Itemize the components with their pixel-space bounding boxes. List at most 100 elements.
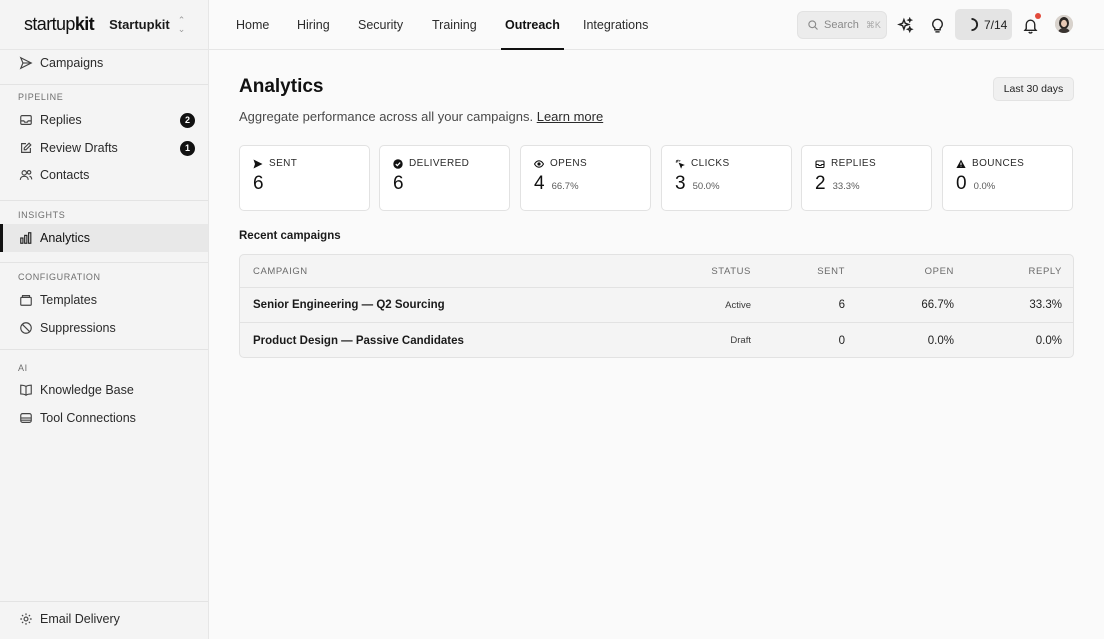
- sidebar-item-replies[interactable]: Replies 2: [0, 106, 208, 134]
- sidebar-item-contacts[interactable]: Contacts: [0, 161, 208, 189]
- sidebar-divider: [0, 84, 208, 85]
- edit-icon: [21, 142, 32, 153]
- sidebar-divider: [0, 262, 208, 263]
- stat-value: 2: [815, 173, 826, 194]
- click-icon: [675, 159, 685, 169]
- sidebar-item-label: Replies: [40, 113, 82, 127]
- workspace-name[interactable]: Startupkit: [109, 17, 170, 32]
- tab-hiring[interactable]: Hiring: [297, 0, 330, 50]
- section-label-insights: INSIGHTS: [18, 210, 66, 220]
- drafts-count-badge: 1: [180, 140, 195, 156]
- page-title: Analytics: [239, 76, 324, 97]
- search-shortcut-hint: ⌘K: [865, 19, 881, 30]
- search-icon: [808, 20, 818, 30]
- stat-card-opens: OPENS 4 66.7%: [520, 145, 651, 211]
- sidebar-divider: [0, 601, 208, 602]
- sidebar-item-analytics[interactable]: Analytics: [0, 224, 208, 252]
- campaign-open-rate: 66.7%: [921, 299, 954, 311]
- date-range-button[interactable]: Last 30 days: [993, 77, 1074, 101]
- sidebar-divider: [0, 200, 208, 201]
- sidebar-item-email-delivery[interactable]: Email Delivery: [0, 605, 208, 633]
- tab-home[interactable]: Home: [236, 0, 269, 50]
- recent-campaigns-title: Recent campaigns: [239, 230, 341, 242]
- tab-training[interactable]: Training: [432, 0, 477, 50]
- sidebar-item-label: Suppressions: [40, 321, 116, 335]
- stat-value: 4: [534, 173, 545, 194]
- search-input[interactable]: Search ⌘K: [797, 11, 887, 39]
- campaign-status: Active: [725, 299, 751, 311]
- column-header-status[interactable]: STATUS: [711, 266, 751, 277]
- sidebar-item-label: Email Delivery: [40, 612, 120, 626]
- notification-dot: [1035, 13, 1041, 19]
- stat-card-sent: SENT 6: [239, 145, 370, 211]
- check-circle-icon: [393, 158, 403, 169]
- tab-security[interactable]: Security: [358, 0, 403, 50]
- section-label-ai: AI: [18, 363, 28, 373]
- sidebar-item-label: Review Drafts: [40, 141, 118, 155]
- sidebar-item-templates[interactable]: Templates: [0, 286, 208, 314]
- startupkit-logo[interactable]: startupkit: [24, 14, 95, 35]
- notifications-button[interactable]: [1018, 13, 1042, 37]
- database-icon: [20, 413, 32, 423]
- send-icon: [253, 159, 263, 168]
- column-header-reply[interactable]: REPLY: [1029, 266, 1062, 277]
- sidebar: startupkit Startupkit ⌃ ⌄ Campaigns PIPEL…: [0, 0, 209, 639]
- logo-suffix: kit: [74, 14, 95, 34]
- stat-card-delivered: DELIVERED 6: [379, 145, 510, 211]
- sparkles-icon: [896, 16, 914, 33]
- onboarding-progress-button[interactable]: 7/14: [955, 9, 1012, 40]
- learn-more-link[interactable]: Learn more: [537, 109, 603, 124]
- bell-icon: [1023, 19, 1037, 34]
- sidebar-item-label: Contacts: [40, 168, 90, 182]
- workspace-switch-icon[interactable]: ⌃ ⌄: [178, 15, 186, 34]
- column-header-campaign[interactable]: CAMPAIGN: [253, 266, 308, 277]
- tab-outreach[interactable]: Outreach: [501, 0, 564, 50]
- column-header-open[interactable]: OPEN: [925, 266, 954, 277]
- gear-icon: [20, 613, 32, 625]
- sidebar-item-knowledge-base[interactable]: Knowledge Base: [0, 376, 208, 404]
- brand-bar: startupkit Startupkit ⌃ ⌄: [0, 0, 208, 50]
- warning-icon: [956, 159, 966, 168]
- replies-count-badge: 2: [180, 112, 195, 128]
- sidebar-item-review-drafts[interactable]: Review Drafts 1: [0, 134, 208, 162]
- stat-percent: 33.3%: [832, 181, 860, 192]
- send-icon: [19, 56, 33, 70]
- stat-label: BOUNCES: [972, 158, 1025, 169]
- user-avatar[interactable]: [1055, 15, 1073, 33]
- table-header-row: CAMPAIGN STATUS SENT OPEN REPLY: [240, 255, 1073, 288]
- stat-value: 0: [956, 173, 967, 194]
- ai-sparkle-button[interactable]: [893, 13, 917, 37]
- campaign-reply-rate: 0.0%: [1035, 334, 1062, 347]
- sidebar-item-label: Analytics: [40, 231, 91, 245]
- stat-percent: 0.0%: [973, 181, 996, 192]
- campaign-sent: 6: [838, 299, 845, 311]
- onboarding-progress-count: 7/14: [984, 17, 1008, 32]
- users-icon: [19, 170, 33, 180]
- section-label-pipeline: PIPELINE: [18, 92, 64, 102]
- stat-card-clicks: CLICKS 3 50.0%: [661, 145, 792, 211]
- progress-ring-icon: [971, 17, 978, 32]
- sidebar-item-label: Tool Connections: [40, 411, 136, 425]
- search-placeholder: Search: [824, 19, 859, 31]
- stat-value: 6: [253, 173, 264, 194]
- stat-percent: 50.0%: [692, 181, 720, 192]
- ideas-button[interactable]: [925, 13, 949, 37]
- block-icon: [20, 322, 32, 334]
- bar-chart-icon: [20, 232, 32, 244]
- sidebar-item-campaigns[interactable]: Campaigns: [0, 49, 208, 77]
- tab-integrations[interactable]: Integrations: [583, 0, 648, 50]
- page-subtitle: Aggregate performance across all your ca…: [239, 109, 603, 124]
- campaign-name[interactable]: Product Design — Passive Candidates: [253, 335, 464, 347]
- table-row[interactable]: Product Design — Passive Candidates Draf…: [240, 323, 1073, 357]
- table-row[interactable]: Senior Engineering — Q2 Sourcing Active …: [240, 288, 1073, 323]
- stat-label: CLICKS: [691, 158, 730, 169]
- user-photo-icon: [1055, 15, 1073, 33]
- lightbulb-icon: [931, 18, 943, 33]
- campaign-name[interactable]: Senior Engineering — Q2 Sourcing: [253, 299, 445, 311]
- stat-value: 6: [393, 173, 404, 194]
- sidebar-item-suppressions[interactable]: Suppressions: [0, 314, 208, 342]
- campaign-sent: 0: [838, 334, 845, 347]
- stat-card-bounces: BOUNCES 0 0.0%: [942, 145, 1073, 211]
- column-header-sent[interactable]: SENT: [817, 266, 845, 277]
- sidebar-item-tool-connections[interactable]: Tool Connections: [0, 404, 208, 432]
